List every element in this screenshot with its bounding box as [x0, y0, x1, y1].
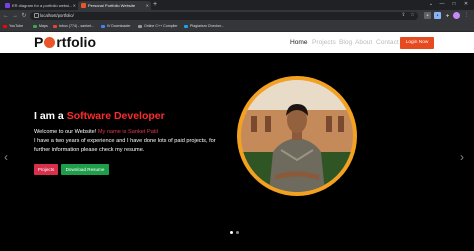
headline-prefix: I am a: [34, 110, 67, 122]
close-tab-icon[interactable]: ✕: [146, 1, 149, 10]
tab-label: ER diagram for a portfolio websi...: [12, 3, 73, 8]
hero-experience-line: I have a two years of experience and I h…: [34, 138, 216, 144]
share-icon[interactable]: ⇪: [400, 12, 407, 19]
nav-contact[interactable]: Contact: [376, 33, 399, 52]
bookmark-maps[interactable]: Maps: [33, 22, 48, 31]
downloader-icon: [101, 25, 105, 28]
bookmark-online-compiler[interactable]: Online C++ Compiler: [138, 22, 178, 31]
close-tab-icon[interactable]: ✕: [73, 1, 76, 10]
profile-photo-image: [241, 80, 353, 192]
maximize-button[interactable]: □: [449, 0, 459, 9]
bookmark-star-icon[interactable]: ☆: [409, 12, 416, 19]
tab-portfolio[interactable]: Personal Portfolio Website ✕: [78, 1, 151, 10]
carousel-dot-1[interactable]: [230, 231, 233, 234]
extension-icon-2[interactable]: ●: [434, 12, 441, 19]
maps-icon: [33, 25, 37, 28]
bookmark-label: Online C++ Compiler: [144, 24, 178, 28]
site-logo[interactable]: Prtfolio: [34, 33, 96, 52]
tab-favicon-icon: [5, 3, 10, 8]
bookmark-label: YouTube: [9, 24, 24, 28]
hero-headline: I am a Software Developer: [34, 110, 165, 123]
bookmark-label: Plagiarism Checker...: [190, 24, 224, 28]
carousel-next-arrow-icon[interactable]: ›: [460, 150, 464, 164]
checker-icon: [184, 25, 188, 28]
logo-prefix: P: [34, 34, 44, 50]
youtube-icon: [3, 25, 7, 28]
carousel-prev-arrow-icon[interactable]: ‹: [4, 150, 8, 164]
new-tab-button[interactable]: +: [153, 1, 157, 9]
nav-blog[interactable]: Blog: [339, 33, 352, 52]
bookmark-label: Maps: [39, 24, 48, 28]
nav-projects[interactable]: Projects: [312, 33, 336, 52]
address-bar[interactable]: [30, 12, 418, 20]
bookmark-inbox[interactable]: Inbox (774) - sanket...: [53, 22, 94, 31]
download-resume-button[interactable]: Download Resume: [61, 164, 109, 175]
hero-info-line: further information please check my resu…: [34, 147, 145, 153]
nav-home[interactable]: Home: [290, 33, 308, 52]
profile-photo: [241, 80, 353, 192]
browser-menu-icon[interactable]: ⋮: [463, 12, 470, 19]
bookmark-youtube[interactable]: YouTube: [3, 22, 23, 31]
bookmark-iv-downloader[interactable]: IV Downloader: [101, 22, 131, 31]
nav-about[interactable]: About: [355, 33, 372, 52]
forward-icon[interactable]: →: [11, 11, 19, 21]
minimize-button[interactable]: —: [437, 0, 447, 9]
back-icon[interactable]: ←: [2, 11, 10, 21]
headline-highlight: Software Developer: [66, 110, 165, 122]
close-window-button[interactable]: ✕: [461, 0, 471, 9]
tab-label: Personal Portfolio Website: [88, 3, 136, 8]
bookmark-plagiarism-checker[interactable]: Plagiarism Checker...: [184, 22, 224, 31]
url-text[interactable]: localhost/portfolio/: [40, 12, 74, 20]
tab-er-diagram[interactable]: ER diagram for a portfolio websi... ✕: [2, 1, 78, 10]
login-button[interactable]: Login Now: [400, 37, 434, 49]
logo-circle-icon: [44, 37, 56, 48]
reload-icon[interactable]: ↻: [20, 11, 28, 21]
compiler-icon: [138, 25, 142, 28]
extension-icon[interactable]: ◆: [424, 12, 431, 19]
bookmark-label: IV Downloader: [107, 24, 131, 28]
hero-welcome-line: Welcome to our Website! My name is Sanke…: [34, 128, 158, 136]
welcome-text: Welcome to our Website!: [34, 129, 97, 135]
lock-icon[interactable]: [34, 13, 39, 18]
name-text: My name is Sanket Patil: [97, 129, 158, 135]
tab-favicon-icon: [81, 3, 86, 8]
bookmark-label: Inbox (774) - sanket...: [59, 24, 94, 28]
logo-suffix: rtfolio: [56, 34, 96, 50]
carousel-dot-2[interactable]: [236, 231, 239, 234]
tab-search-icon[interactable]: ⌄: [426, 0, 436, 9]
profile-avatar-icon[interactable]: [453, 12, 460, 19]
projects-button[interactable]: Projects: [34, 164, 58, 175]
extensions-puzzle-icon[interactable]: ✚: [444, 12, 451, 19]
gmail-icon: [53, 25, 57, 28]
